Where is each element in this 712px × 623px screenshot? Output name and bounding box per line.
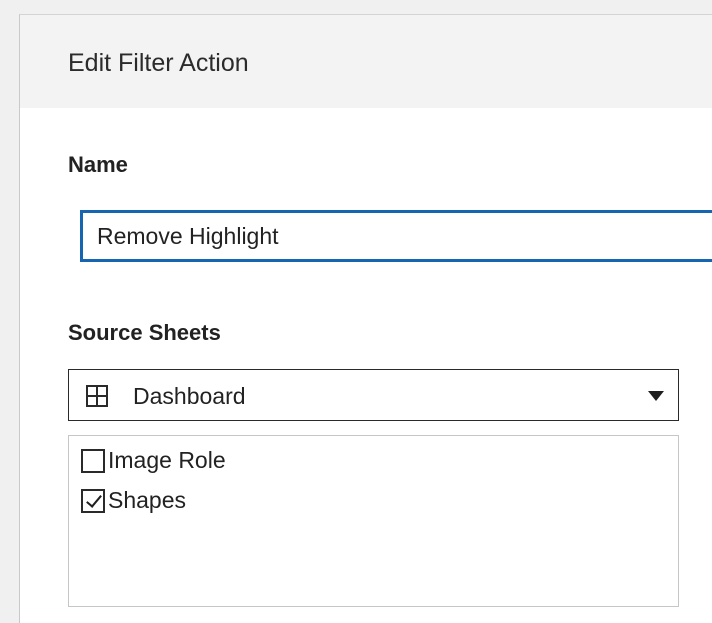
source-sheets-dropdown[interactable]: Dashboard (68, 369, 679, 421)
dropdown-selected-value: Dashboard (133, 383, 246, 409)
shapes-checkbox[interactable] (81, 489, 105, 513)
dialog-header: Edit Filter Action (20, 15, 712, 108)
name-label: Name (68, 152, 128, 177)
dialog-title: Edit Filter Action (68, 49, 249, 77)
dashboard-grid-icon (86, 385, 108, 407)
edit-filter-action-dialog: Edit Filter Action Name Source Sheets Da… (19, 14, 712, 623)
source-sheets-list: Image Role Shapes (68, 435, 679, 607)
list-item-label: Shapes (108, 487, 187, 513)
name-input[interactable] (80, 210, 712, 262)
image-role-checkbox[interactable] (81, 449, 105, 473)
source-sheets-label: Source Sheets (68, 320, 221, 345)
list-item-label: Image Role (108, 447, 226, 473)
chevron-down-icon[interactable] (648, 391, 664, 401)
